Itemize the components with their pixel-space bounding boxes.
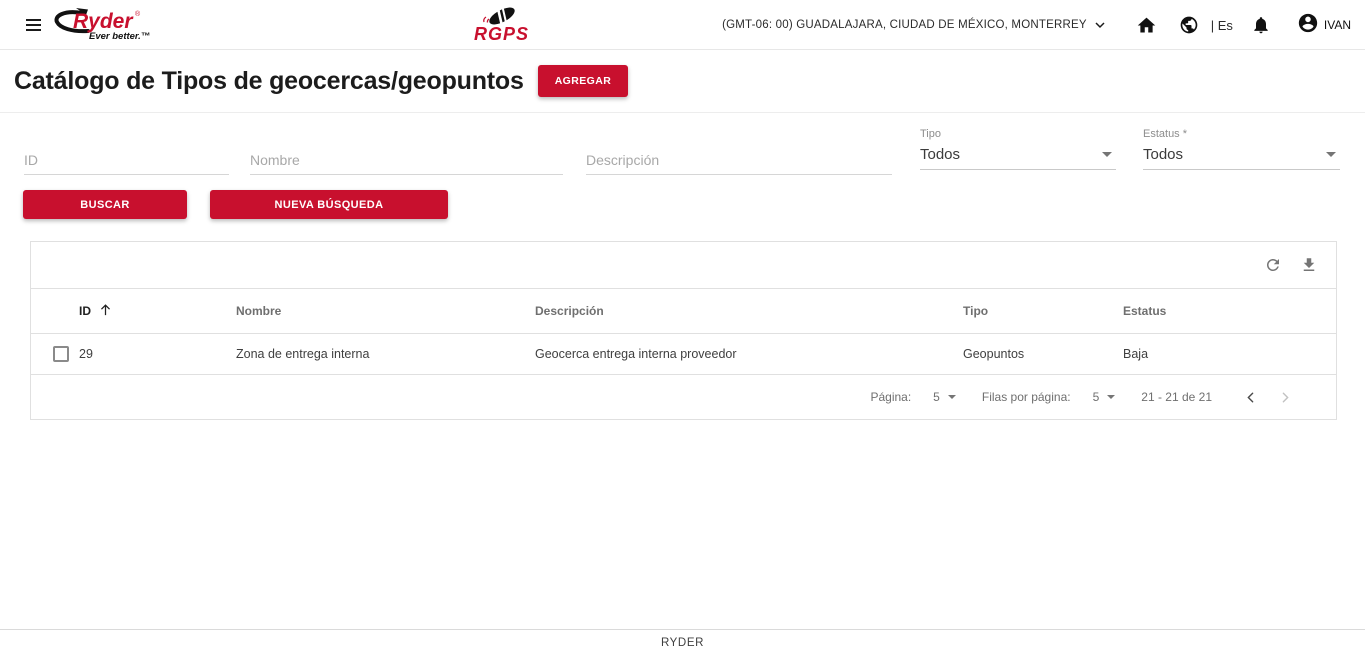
- dropdown-caret-icon: [947, 395, 956, 399]
- menu-icon[interactable]: [26, 19, 41, 31]
- cell-estatus: Baja: [1123, 347, 1149, 361]
- column-header-nombre[interactable]: Nombre: [236, 304, 535, 318]
- cell-id: 29: [79, 347, 93, 361]
- table-header-row: ID Nombre Descripción Tipo Estatus: [31, 288, 1336, 333]
- page-select[interactable]: 5: [933, 390, 956, 404]
- table-row[interactable]: 29 Zona de entrega interna Geocerca entr…: [31, 333, 1336, 374]
- tipo-select-value: Todos: [920, 146, 961, 163]
- user-menu[interactable]: IVAN: [1297, 12, 1351, 39]
- estatus-select-value: Todos: [1143, 146, 1184, 163]
- table-toolbar: [31, 242, 1336, 288]
- chevron-down-icon: [1092, 17, 1108, 33]
- tipo-select[interactable]: Tipo Todos: [920, 128, 1116, 170]
- language-label[interactable]: | Es: [1211, 18, 1233, 33]
- sort-ascending-icon: [98, 302, 113, 320]
- user-name: IVAN: [1323, 18, 1351, 32]
- dropdown-caret-icon: [1326, 152, 1336, 157]
- estatus-select[interactable]: Estatus * Todos: [1143, 128, 1340, 170]
- home-icon[interactable]: [1136, 15, 1157, 36]
- next-page-icon[interactable]: [1277, 389, 1294, 406]
- ryder-wordmark: Ryder: [73, 10, 134, 33]
- table-pagination: Página: 5 Filas por página: 5 21 - 21 de…: [31, 374, 1336, 419]
- descripcion-input[interactable]: [586, 149, 892, 175]
- top-app-bar: Ryder ® Ever better.™ RGPS (GMT-06: 00) …: [0, 0, 1365, 50]
- rgps-logo: RGPS: [466, 3, 532, 52]
- cell-descripcion: Geocerca entrega interna proveedor: [535, 347, 737, 361]
- column-header-descripcion[interactable]: Descripción: [535, 304, 963, 318]
- nombre-input[interactable]: [250, 149, 563, 175]
- cell-nombre: Zona de entrega interna: [236, 347, 370, 361]
- user-avatar-icon: [1297, 12, 1319, 39]
- descripcion-field: [586, 149, 892, 175]
- tipo-select-label: Tipo: [920, 128, 941, 140]
- timezone-text: (GMT-06: 00) GUADALAJARA, CIUDAD DE MÉXI…: [722, 19, 1087, 31]
- ryder-logo[interactable]: Ryder ® Ever better.™: [52, 7, 170, 48]
- timezone-selector[interactable]: (GMT-06: 00) GUADALAJARA, CIUDAD DE MÉXI…: [722, 17, 1108, 33]
- topbar-actions: (GMT-06: 00) GUADALAJARA, CIUDAD DE MÉXI…: [722, 0, 1351, 50]
- refresh-icon[interactable]: [1264, 256, 1282, 274]
- page-header: Catálogo de Tipos de geocercas/geopuntos…: [0, 50, 1365, 113]
- add-button[interactable]: AGREGAR: [537, 65, 629, 97]
- page-label: Página:: [870, 390, 912, 404]
- column-header-id-label: ID: [79, 304, 91, 318]
- rows-per-page-select[interactable]: 5: [1093, 390, 1116, 404]
- dropdown-caret-icon: [1102, 152, 1112, 157]
- ryder-tagline: Ever better.™: [89, 31, 150, 42]
- rgps-wordmark: RGPS: [474, 24, 529, 44]
- rows-per-page-label: Filas por página:: [981, 390, 1071, 404]
- search-button[interactable]: BUSCAR: [23, 190, 187, 219]
- page-title: Catálogo de Tipos de geocercas/geopuntos: [14, 66, 524, 95]
- pagination-range: 21 - 21 de 21: [1141, 390, 1212, 404]
- rows-per-page-value: 5: [1092, 390, 1100, 404]
- filter-bar: Tipo Todos Estatus * Todos: [0, 113, 1365, 190]
- estatus-select-label: Estatus *: [1143, 128, 1188, 140]
- download-icon[interactable]: [1300, 256, 1318, 274]
- results-table: ID Nombre Descripción Tipo Estatus 29 Zo…: [30, 241, 1337, 420]
- page-footer: RYDER: [0, 629, 1365, 656]
- column-header-tipo[interactable]: Tipo: [963, 304, 1123, 318]
- id-input[interactable]: [24, 149, 229, 175]
- globe-icon[interactable]: [1179, 15, 1199, 35]
- previous-page-icon[interactable]: [1242, 389, 1259, 406]
- id-field: [24, 149, 229, 175]
- bell-icon[interactable]: [1251, 15, 1271, 35]
- column-header-estatus[interactable]: Estatus: [1123, 304, 1336, 318]
- cell-tipo: Geopuntos: [963, 347, 1025, 361]
- ryder-registered-mark: ®: [135, 10, 141, 18]
- nombre-field: [250, 149, 563, 175]
- footer-brand-text: RYDER: [660, 637, 705, 649]
- row-checkbox[interactable]: [53, 346, 69, 362]
- new-search-button[interactable]: NUEVA BÚSQUEDA: [210, 190, 448, 219]
- page-select-value: 5: [933, 390, 940, 404]
- dropdown-caret-icon: [1107, 395, 1116, 399]
- column-header-id[interactable]: ID: [79, 302, 236, 320]
